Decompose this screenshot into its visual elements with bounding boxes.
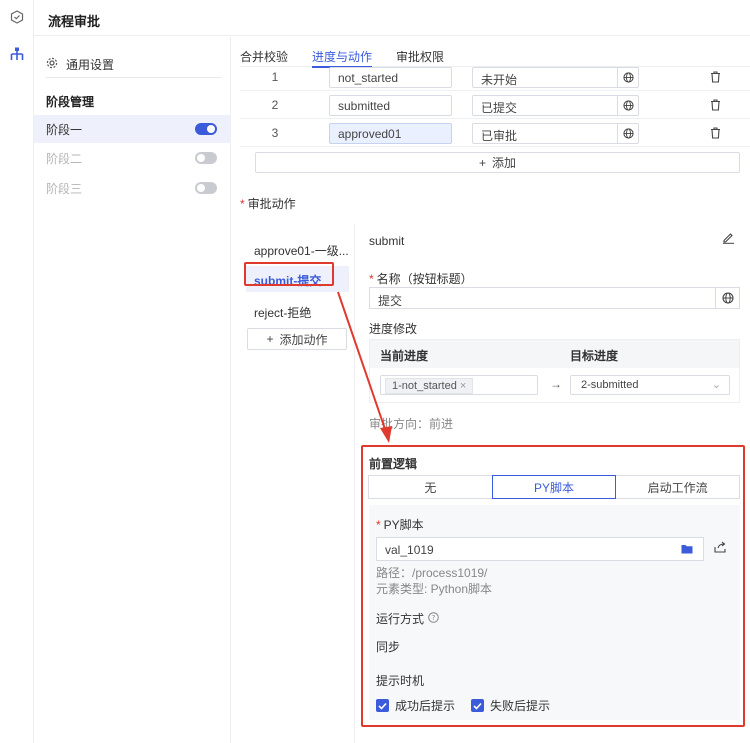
- action-item-reject[interactable]: reject-拒绝: [246, 298, 349, 324]
- progress-name-input[interactable]: 未开始: [472, 67, 617, 88]
- general-settings-label: 通用设置: [66, 57, 115, 72]
- top-bar: 流程审批: [34, 0, 750, 36]
- gear-icon: [46, 57, 58, 72]
- arrow-right-icon: →: [550, 377, 562, 391]
- pre-logic-selector: 无 PY脚本 启动工作流: [368, 475, 741, 499]
- success-hint-label: 成功后提示: [395, 699, 456, 713]
- target-progress-header: 目标进度: [570, 349, 619, 363]
- progress-key-input[interactable]: approved01: [329, 123, 452, 144]
- progress-key-input[interactable]: not_started: [329, 67, 452, 88]
- folder-icon[interactable]: [681, 543, 693, 557]
- globe-icon[interactable]: [617, 95, 639, 116]
- plus-icon: +: [478, 155, 486, 170]
- target-progress-select[interactable]: 2-submitted ⌄: [570, 375, 730, 395]
- script-path: 路径：/process1019/: [376, 566, 488, 580]
- option-py-script[interactable]: PY脚本: [491, 475, 617, 499]
- required-mark: *: [240, 197, 245, 211]
- globe-icon[interactable]: [617, 123, 639, 144]
- hexagon-check-icon[interactable]: [8, 8, 26, 26]
- stage-management-heading: 阶段管理: [46, 95, 95, 109]
- trash-icon[interactable]: [707, 96, 723, 114]
- org-tree-icon[interactable]: [8, 45, 26, 63]
- page-title: 流程审批: [48, 14, 101, 29]
- name-label: * 名称（按钮标题）: [369, 272, 473, 286]
- py-script-input[interactable]: val_1019: [376, 537, 704, 561]
- add-progress-label: 添加: [492, 156, 517, 170]
- chevron-down-icon: ⌄: [711, 379, 721, 391]
- button-title-input[interactable]: 提交: [369, 287, 715, 309]
- annotation-highlight-box: [244, 262, 334, 286]
- progress-row: 1 not_started 未开始: [240, 63, 750, 91]
- sidebar-item-stage-1[interactable]: 阶段一: [34, 115, 231, 143]
- hint-timing-options: 成功后提示 失败后提示: [376, 697, 550, 714]
- globe-icon[interactable]: [715, 287, 740, 309]
- fail-hint-label: 失败后提示: [490, 699, 551, 713]
- edit-icon[interactable]: [722, 231, 735, 247]
- trash-icon[interactable]: [707, 68, 723, 86]
- sidebar-item-stage-3[interactable]: 阶段三: [34, 174, 231, 202]
- globe-icon[interactable]: [617, 67, 639, 88]
- progress-row: 3 approved01 已审批: [240, 119, 750, 147]
- hint-timing-label: 提示时机: [376, 674, 425, 688]
- option-none[interactable]: 无: [368, 475, 493, 499]
- stage-toggle[interactable]: [195, 123, 217, 135]
- progress-key-input[interactable]: submitted: [329, 95, 452, 116]
- py-script-panel: * PY脚本 val_1019 路径：/process1019/ 元素类型: Py…: [369, 505, 740, 720]
- sidebar-item-stage-2[interactable]: 阶段二: [34, 144, 231, 172]
- run-mode-value: 同步: [376, 640, 401, 654]
- stage-label: 阶段三: [46, 181, 83, 196]
- row-number: 1: [271, 70, 279, 84]
- icon-rail: [0, 0, 34, 743]
- progress-change-label: 进度修改: [369, 322, 418, 336]
- action-name-title: submit: [369, 234, 405, 248]
- stage-toggle[interactable]: [195, 182, 217, 194]
- pre-logic-heading: 前置逻辑: [369, 457, 418, 471]
- current-progress-header: 当前进度: [380, 349, 429, 363]
- divider: [46, 77, 221, 78]
- table-header: 当前进度 目标进度: [370, 340, 739, 368]
- current-progress-tag: 1-not_started ×: [385, 378, 474, 394]
- success-hint-checkbox[interactable]: [376, 699, 389, 712]
- settings-sidebar: 通用设置 阶段管理 阶段一 阶段二 阶段三: [34, 37, 231, 743]
- element-type: 元素类型: Python脚本: [376, 582, 493, 596]
- add-progress-button[interactable]: + 添加: [255, 152, 740, 173]
- fail-hint-checkbox[interactable]: [471, 699, 485, 712]
- option-start-workflow[interactable]: 启动工作流: [615, 475, 741, 499]
- row-number: 3: [271, 126, 279, 140]
- stage-label: 阶段一: [46, 122, 83, 137]
- stage-toggle[interactable]: [195, 152, 217, 164]
- current-progress-select[interactable]: 1-not_started ×: [380, 375, 538, 395]
- progress-row: 2 submitted 已提交: [240, 91, 750, 119]
- run-mode-label: 运行方式 ?: [376, 610, 439, 627]
- action-item-approve[interactable]: approve01-一级...: [246, 236, 349, 262]
- progress-change-table: 当前进度 目标进度 1-not_started × → 2-submitted …: [369, 339, 740, 403]
- trash-icon[interactable]: [707, 124, 723, 142]
- add-action-button[interactable]: + 添加动作: [247, 328, 347, 350]
- share-icon[interactable]: [714, 541, 727, 556]
- py-script-label: * PY脚本: [376, 518, 424, 532]
- approval-direction-text: 审批方向：前进: [369, 417, 454, 431]
- row-number: 2: [271, 98, 279, 112]
- action-list: approve01-一级... submit-提交 reject-拒绝: [240, 224, 355, 743]
- tag-close-icon: ×: [459, 380, 467, 392]
- approval-actions-heading: * 审批动作: [240, 197, 296, 211]
- add-action-label: 添加动作: [279, 332, 328, 347]
- general-settings-item[interactable]: 通用设置: [46, 51, 221, 77]
- progress-name-input[interactable]: 已审批: [472, 123, 617, 144]
- progress-name-input[interactable]: 已提交: [472, 95, 617, 116]
- stage-label: 阶段二: [46, 151, 83, 166]
- svg-text:?: ?: [432, 614, 436, 622]
- plus-icon: +: [266, 332, 274, 346]
- help-icon[interactable]: ?: [428, 611, 439, 626]
